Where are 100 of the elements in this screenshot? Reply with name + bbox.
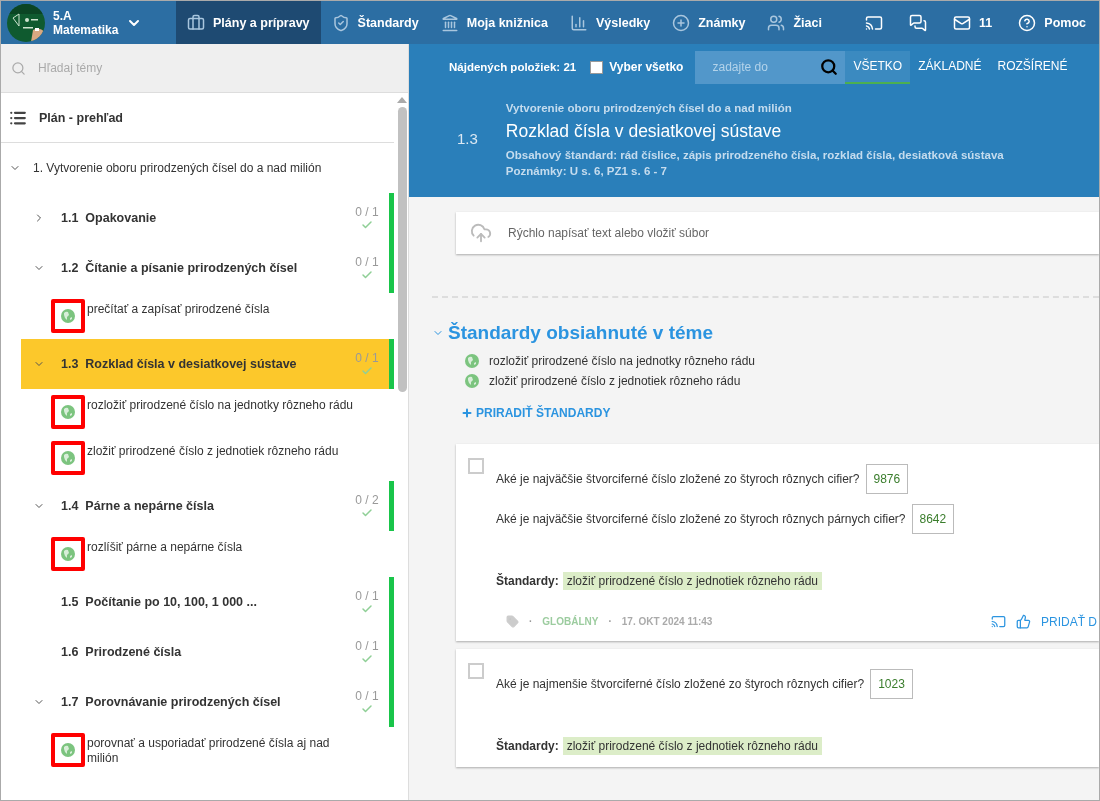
globe-icon <box>61 451 75 465</box>
topic-title: 1.5 Počítanie po 10, 100, 1 000 ... <box>61 595 258 609</box>
check-icon <box>361 703 373 715</box>
check-icon <box>361 219 373 231</box>
mail-button[interactable]: 11 <box>940 1 1006 44</box>
nav-tab[interactable]: Plány a prípravy <box>176 1 321 44</box>
check-icon <box>361 365 373 377</box>
tree-section[interactable]: 1. Vytvorenie oboru prirodzených čísel do a nad milión <box>1 143 394 193</box>
topic-search-input[interactable]: Hľadaj témy <box>36 60 398 76</box>
search-icon <box>11 60 26 76</box>
check-icon <box>361 653 373 665</box>
tag-icon <box>506 615 519 628</box>
card-checkbox[interactable] <box>468 458 484 474</box>
bank-icon <box>440 13 459 32</box>
tree-topic[interactable]: 1.3 Rozklad čísla v desiatkovej sústave 0 / 1 <box>21 339 394 389</box>
assign-standards-link[interactable]: PRIRADIŤ ŠTANDARDY <box>461 406 611 420</box>
globe-icon <box>61 309 75 323</box>
add-link[interactable]: PRIDAŤ D <box>1041 614 1097 629</box>
bar-chart-icon <box>570 13 588 32</box>
notes: Poznámky: U s. 6, PZ1 s. 6 - 7 <box>505 165 668 177</box>
answer-value: 9876 <box>865 464 909 494</box>
class-menu-button[interactable]: 5.A Matematika <box>1 1 176 44</box>
circle-plus-icon <box>672 13 691 32</box>
topic-count: 0 / 1 <box>355 589 379 603</box>
filter-tab[interactable]: ZÁKLADNÉ <box>910 50 990 84</box>
quick-post-input[interactable]: Rýchlo napísať text alebo vložiť súbor <box>506 225 1099 241</box>
nav-tab[interactable]: Moja knižnica <box>429 1 559 44</box>
question-text: Aké je najmenšie štvorciferné číslo zložené zo štyroch rôznych cifier? <box>496 677 865 691</box>
section-toggle[interactable]: Štandardy obsiahnuté v téme <box>432 322 1099 344</box>
separator-dot: · <box>608 616 612 627</box>
thumbs-up-icon[interactable] <box>1016 614 1031 629</box>
help-button[interactable]: Pomoc <box>1005 1 1099 44</box>
topic-title: 1.3 Rozklad čísla v desiatkovej sústave <box>61 357 298 371</box>
filter-tab[interactable]: ROZŠÍRENÉ <box>989 50 1076 84</box>
found-count: Nájdených položiek: 21 <box>449 61 577 73</box>
standards-label: Štandardy: <box>496 739 559 753</box>
mail-icon <box>953 13 972 32</box>
question-text: Aké je najväčšie štvorciferné číslo zložené zo štyroch rôznych cifier? <box>496 472 860 486</box>
standard-text: rozložiť prirodzené číslo na jednotky rôzneho rádu <box>87 397 354 413</box>
filter-search-field[interactable]: zadajte do <box>695 50 846 84</box>
standard-text: prečítať a zapísať prirodzené čísla <box>87 301 271 317</box>
topic-title: 1.6 Prirodzené čísla <box>61 645 183 659</box>
standard-text: rozlíšiť párne a nepárne čísla <box>87 539 244 555</box>
topic-count: 0 / 2 <box>355 493 379 507</box>
chat-icon <box>909 13 928 32</box>
quick-post-field[interactable]: Rýchlo napísať text alebo vložiť súbor <box>456 212 1099 254</box>
filter-search-input[interactable]: zadajte do <box>710 59 821 75</box>
cast-icon <box>865 13 884 32</box>
answer-value: 8642 <box>911 504 955 534</box>
topic-count: 0 / 1 <box>355 689 379 703</box>
topic-count: 0 / 1 <box>355 255 379 269</box>
nav-tab[interactable]: Výsledky <box>559 1 662 44</box>
upload-icon <box>470 222 492 244</box>
question-text: Aké je najväčšie štvorciferné číslo zložené zo štyroch rôznych párnych cifier? <box>496 512 906 526</box>
nav-tab[interactable]: Žiaci <box>756 1 833 44</box>
answer-value: 1023 <box>870 669 913 699</box>
nav-tab[interactable]: Štandardy <box>320 1 430 44</box>
select-all-checkbox[interactable]: Vyber všetko <box>590 60 684 74</box>
section-title: Štandardy obsiahnuté v téme <box>448 322 713 344</box>
date-text: 17. OKT 2024 11:43 <box>621 616 713 627</box>
topic-title: 1.2 Čítanie a písanie prirodzených čísel <box>61 261 299 275</box>
separator-dot: · <box>529 616 533 627</box>
standard-text: zložiť prirodzené číslo z jednotiek rôzneho rádu <box>489 374 741 388</box>
check-icon <box>361 269 373 281</box>
globe-icon <box>61 547 75 561</box>
breadcrumb: Vytvorenie oboru prirodzených čísel do a nad milión <box>505 102 793 114</box>
nav-tab[interactable]: Známky <box>661 1 757 44</box>
standard-text: porovnať a usporiadať prirodzené čísla aj nad milión <box>87 735 331 766</box>
cast-icon[interactable] <box>991 614 1006 629</box>
topic-title: 1.4 Párne a nepárne čísla <box>61 499 215 513</box>
topic-number: 1.3 <box>457 129 478 149</box>
topic-title: 1.1 Opakovanie <box>61 211 158 225</box>
standard-tag: zložiť prirodzené číslo z jednotiek rôzneho rádu <box>562 572 822 590</box>
standard-text: zložiť prirodzené číslo z jednotiek rôzneho rádu <box>87 443 340 459</box>
topic-count: 0 / 1 <box>355 639 379 653</box>
check-icon <box>361 507 373 519</box>
check-icon <box>361 603 373 615</box>
standard-text: rozložiť prirodzené číslo na jednotky rôzneho rádu <box>489 354 755 368</box>
globe-icon <box>465 374 479 388</box>
scope-label: GLOBÁLNY <box>542 616 599 627</box>
help-icon <box>1018 13 1037 32</box>
globe-icon <box>61 743 75 757</box>
shield-icon <box>331 13 350 32</box>
plan-overview-link[interactable]: Plán - prehľad <box>1 93 394 143</box>
globe-icon <box>61 405 75 419</box>
filter-tab[interactable]: VŠETKO <box>845 50 911 84</box>
topic-count: 0 / 1 <box>355 205 379 219</box>
card-checkbox[interactable] <box>468 663 484 679</box>
topic-search-field[interactable]: Hľadaj témy <box>1 44 408 93</box>
briefcase-icon <box>187 13 205 32</box>
content-standard: Obsahový štandard: rád číslice, zápis prirodzeného čísla, rozklad čísla, desiatková sústava <box>505 149 1004 161</box>
people-icon <box>767 13 786 32</box>
scroll-up-icon[interactable] <box>397 97 407 103</box>
standards-label: Štandardy: <box>496 574 559 588</box>
topic-count: 0 / 1 <box>355 351 379 365</box>
topic-heading: Rozklad čísla v desiatkovej sústave <box>505 121 783 142</box>
standard-tag: zložiť prirodzené číslo z jednotiek rôzneho rádu <box>562 737 822 755</box>
topic-title: 1.7 Porovnávanie prirodzených čísel <box>61 695 282 709</box>
plus-icon <box>461 407 473 419</box>
search-icon <box>820 58 839 76</box>
